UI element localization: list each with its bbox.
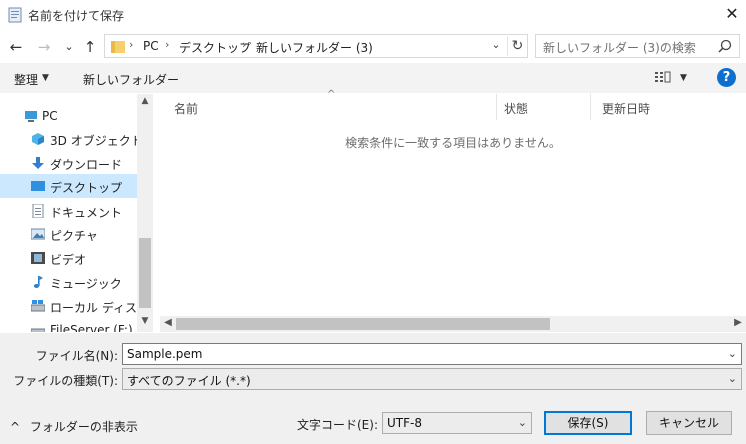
sidebar-item-label: デスクトップ [50, 181, 123, 195]
sidebar-item-downloads[interactable]: ダウンロード [0, 151, 137, 175]
chevron-down-icon[interactable]: ▼ [680, 73, 687, 83]
navigation-pane: PC 3D オブジェクト ダウンロード デスクトップ ドキュメント ピクチャ ビ… [0, 94, 153, 332]
navigation-pane-scrollbar[interactable]: ▲ ▼ [137, 94, 153, 332]
search-input[interactable]: 新しいフォルダー (3)の検索 [535, 34, 740, 58]
chevron-up-icon: ^ [10, 420, 21, 434]
sidebar-item-fileserver[interactable]: FileServer (F:) [0, 318, 137, 332]
title-bar: 名前を付けて保存 ✕ [0, 0, 746, 30]
new-folder-button[interactable]: 新しいフォルダー [83, 71, 179, 88]
breadcrumb-separator: › [165, 38, 170, 51]
video-icon [31, 252, 45, 264]
recent-locations-button[interactable]: ⌄ [59, 37, 79, 57]
breadcrumb-new-folder-3[interactable]: 新しいフォルダー (3) [256, 39, 373, 56]
filetype-label: ファイルの種類(T): [13, 374, 118, 388]
local-disk-icon [31, 300, 45, 312]
cancel-button[interactable]: キャンセル [646, 411, 732, 435]
download-icon [32, 157, 44, 169]
filename-label: ファイル名(N): [35, 349, 118, 363]
view-options-icon[interactable] [654, 71, 672, 85]
save-button[interactable]: 保存(S) [544, 411, 632, 435]
file-list-horizontal-scrollbar[interactable]: ◀ ▶ [160, 316, 746, 332]
sidebar-item-label: ピクチャ [50, 229, 98, 243]
column-header-name[interactable]: 名前 [160, 94, 496, 120]
window-title: 名前を付けて保存 [28, 9, 125, 23]
sidebar-item-label: FileServer (F:) [50, 323, 133, 332]
sidebar-item-local-disk[interactable]: ローカル ディスク (C [0, 294, 153, 318]
save-form: ファイル名(N): Sample.pem ⌄ ファイルの種類(T): すべてのフ… [0, 333, 746, 444]
encoding-select[interactable]: UTF-8 ⌄ [382, 412, 532, 434]
sidebar-item-label: PC [42, 109, 58, 123]
filename-field[interactable]: Sample.pem ⌄ [122, 343, 742, 365]
scroll-right-icon[interactable]: ▶ [730, 317, 746, 331]
address-dropdown-icon[interactable]: ⌄ [487, 38, 505, 56]
sidebar-item-documents[interactable]: ドキュメント [0, 199, 137, 223]
column-header-label: 名前 [174, 102, 199, 116]
pc-icon [25, 111, 37, 122]
sidebar-item-pc[interactable]: PC [0, 104, 137, 128]
refresh-icon[interactable]: ↻ [507, 36, 527, 56]
encoding-value: UTF-8 [387, 416, 422, 430]
breadcrumb-desktop[interactable]: デスクトップ [179, 39, 251, 56]
forward-button[interactable]: → [34, 37, 54, 57]
column-header-status[interactable]: 状態 [490, 94, 590, 120]
sidebar-item-videos[interactable]: ビデオ [0, 246, 137, 270]
chevron-down-icon[interactable]: ▼ [42, 73, 49, 83]
breadcrumb-pc[interactable]: PC [143, 39, 159, 53]
filetype-value: すべてのファイル (*.*) [127, 374, 251, 388]
scrollbar-thumb[interactable] [176, 318, 550, 330]
empty-message: 検索条件に一致する項目はありません。 [345, 136, 561, 150]
sidebar-item-label: ダウンロード [50, 158, 123, 172]
breadcrumb-separator: › [242, 38, 247, 51]
up-button[interactable]: ↑ [80, 37, 100, 57]
scroll-left-icon[interactable]: ◀ [160, 317, 176, 331]
sidebar-item-label: ドキュメント [50, 206, 123, 220]
column-header-label: 更新日時 [602, 102, 651, 116]
sidebar-item-music[interactable]: ミュージック [0, 270, 137, 294]
network-drive-icon [31, 328, 45, 332]
organize-button[interactable]: 整理 [14, 71, 38, 88]
command-bar: 整理 ▼ 新しいフォルダー ▼ ? [0, 63, 746, 93]
hide-folders-label: フォルダーの非表示 [29, 420, 138, 434]
breadcrumb-separator: › [129, 38, 134, 51]
scroll-up-icon[interactable]: ▲ [137, 96, 153, 110]
chevron-down-icon[interactable]: ⌄ [728, 347, 737, 360]
sidebar-item-label: 3D オブジェクト [50, 134, 143, 148]
desktop-icon [31, 181, 45, 191]
save-dialog-icon [8, 7, 22, 23]
search-placeholder: 新しいフォルダー (3)の検索 [543, 41, 696, 55]
scroll-down-icon[interactable]: ▼ [137, 316, 153, 330]
music-icon [33, 276, 43, 288]
folder-icon [111, 41, 125, 53]
sidebar-item-desktop[interactable]: デスクトップ [0, 174, 137, 198]
sidebar-item-3d-objects[interactable]: 3D オブジェクト [0, 127, 143, 151]
scrollbar-thumb[interactable] [139, 238, 151, 308]
hide-folders-toggle[interactable]: ^ フォルダーの非表示 [10, 418, 138, 435]
sidebar-item-label: ビデオ [50, 253, 87, 267]
filetype-select[interactable]: すべてのファイル (*.*) ⌄ [122, 368, 742, 390]
file-list: ^ 名前 状態 更新日時 検索条件に一致する項目はありません。 [160, 89, 746, 316]
search-icon[interactable] [716, 38, 734, 56]
picture-icon [31, 228, 45, 240]
chevron-down-icon[interactable]: ⌄ [518, 416, 527, 429]
address-bar[interactable]: › PC › デスクトップ › 新しいフォルダー (3) ⌄ ↻ [104, 34, 528, 58]
filename-value: Sample.pem [127, 347, 203, 361]
sidebar-item-pictures[interactable]: ピクチャ [0, 222, 137, 246]
encoding-label: 文字コード(E): [297, 418, 378, 432]
chevron-down-icon[interactable]: ⌄ [728, 372, 737, 385]
document-icon [32, 204, 44, 218]
column-header-label: 状態 [504, 102, 529, 116]
help-icon[interactable]: ? [717, 68, 736, 87]
sidebar-item-label: ミュージック [50, 277, 122, 291]
3d-objects-icon [32, 133, 44, 145]
column-header-modified[interactable]: 更新日時 [588, 94, 746, 120]
back-button[interactable]: ← [6, 37, 26, 57]
close-icon[interactable]: ✕ [721, 3, 743, 25]
